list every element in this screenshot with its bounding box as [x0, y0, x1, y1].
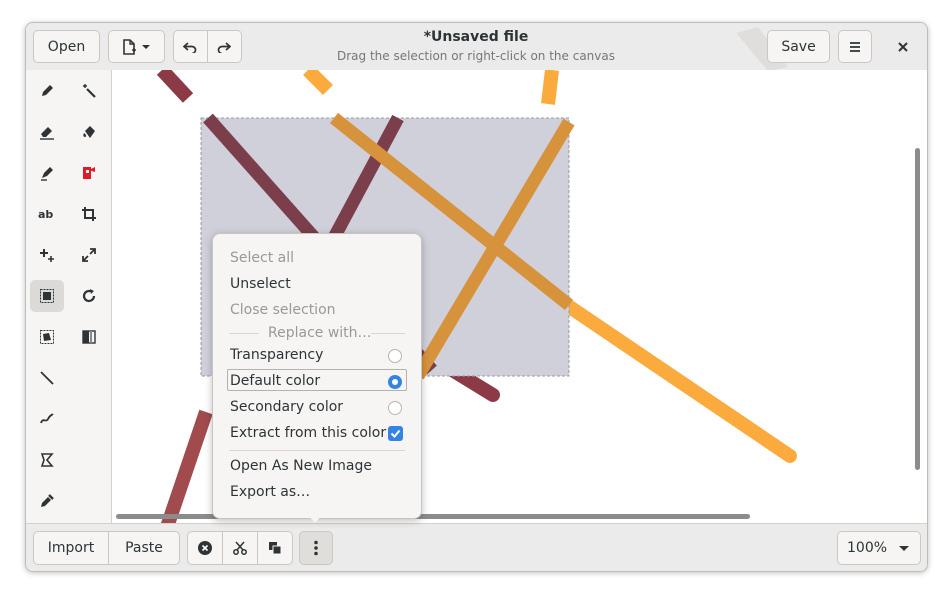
- rect-selection-icon: [40, 289, 54, 303]
- extract-color-checkbox[interactable]: [388, 426, 403, 441]
- tool-crop[interactable]: [72, 198, 106, 230]
- cut-button[interactable]: [223, 532, 258, 564]
- header-bar: Open *Unsaved file Drag the selection or…: [26, 23, 927, 71]
- paste-button[interactable]: Paste: [109, 532, 179, 564]
- replace-with-heading: Replace with…: [268, 325, 372, 341]
- tool-color-picker[interactable]: [30, 485, 64, 517]
- tool-eraser[interactable]: [30, 116, 64, 148]
- zoom-level: 100%: [847, 540, 888, 556]
- paint-bucket-icon: [83, 126, 95, 138]
- sparkle-icon: [40, 249, 54, 262]
- window-subtitle: Drag the selection or right-click on the…: [337, 49, 615, 63]
- close-window-button[interactable]: [886, 30, 919, 63]
- zoom-menu-button[interactable]: 100%: [837, 531, 921, 565]
- menu-default-color[interactable]: Default color: [230, 373, 320, 389]
- tools-panel: ab: [26, 70, 112, 523]
- tool-pencil[interactable]: [30, 75, 64, 107]
- selection-options-button[interactable]: [299, 531, 333, 565]
- hamburger-icon: [850, 41, 860, 52]
- separator-right: [371, 333, 405, 334]
- tool-curve[interactable]: [30, 403, 64, 435]
- new-document-icon: [122, 38, 150, 55]
- free-selection-icon: [40, 330, 54, 344]
- menu-transparency[interactable]: Transparency: [230, 347, 323, 363]
- vertical-scrollbar[interactable]: [915, 148, 920, 470]
- copy-button[interactable]: [258, 532, 292, 564]
- selection-actions-group: [187, 531, 293, 565]
- magic-wand-icon: [83, 84, 96, 98]
- pencil-icon: [42, 85, 53, 96]
- eyedropper-icon: [41, 494, 54, 507]
- save-button[interactable]: Save: [767, 30, 830, 63]
- main-menu-button[interactable]: [838, 30, 872, 63]
- tool-text[interactable]: ab: [30, 198, 64, 230]
- tool-rotate[interactable]: [72, 280, 106, 312]
- rotate-icon: [82, 289, 96, 303]
- tool-line[interactable]: [30, 362, 64, 394]
- curve-icon: [40, 413, 54, 424]
- tool-skew[interactable]: [30, 444, 64, 476]
- scissors-icon: [233, 541, 247, 555]
- tool-rectangle-selection[interactable]: [30, 280, 64, 312]
- window-title: *Unsaved file: [423, 29, 529, 45]
- selection-context-menu: Select all Unselect Close selection Repl…: [212, 233, 422, 519]
- import-button[interactable]: Import: [34, 532, 109, 564]
- tool-scale[interactable]: [72, 239, 106, 271]
- menu-extract-color[interactable]: Extract from this color: [230, 425, 386, 441]
- menu-close-selection[interactable]: Close selection: [230, 302, 336, 318]
- eraser-icon: [40, 127, 54, 140]
- open-button[interactable]: Open: [33, 30, 100, 63]
- undo-icon: [183, 41, 197, 53]
- transparency-radio[interactable]: [388, 349, 402, 363]
- menu-select-all[interactable]: Select all: [230, 250, 294, 266]
- close-icon: [897, 41, 908, 52]
- menu-export-as[interactable]: Export as…: [230, 484, 310, 500]
- menu-open-as-new-image[interactable]: Open As New Image: [230, 458, 372, 474]
- tool-fill[interactable]: [72, 116, 106, 148]
- shape-tool-icon: [83, 167, 95, 179]
- expand-arrows-icon: [82, 248, 96, 262]
- horizontal-scrollbar[interactable]: [116, 514, 750, 519]
- delete-circle-icon: [198, 541, 212, 555]
- default-color-radio[interactable]: [388, 375, 402, 389]
- crop-icon: [82, 207, 96, 221]
- new-image-menu-button[interactable]: [108, 30, 165, 63]
- popover-arrow: [306, 513, 324, 523]
- menu-secondary-color[interactable]: Secondary color: [230, 399, 343, 415]
- delete-selection-button[interactable]: [188, 532, 223, 564]
- separator-left: [229, 333, 259, 334]
- line-icon: [40, 371, 54, 385]
- undo-button[interactable]: [174, 31, 208, 62]
- tool-free-selection[interactable]: [30, 321, 64, 353]
- tool-filters[interactable]: [30, 239, 64, 271]
- bottom-bar: Import Paste 100%: [26, 523, 927, 571]
- secondary-color-radio[interactable]: [388, 401, 402, 415]
- app-window: Open *Unsaved file Drag the selection or…: [25, 22, 928, 572]
- chevron-down-icon: [899, 546, 909, 551]
- vertical-ellipsis-icon: [314, 540, 318, 556]
- redo-button[interactable]: [208, 31, 242, 62]
- highlighter-icon: [41, 167, 53, 181]
- gradient-icon: [82, 330, 96, 344]
- tool-highlighter[interactable]: [30, 157, 64, 189]
- menu-separator: [229, 450, 405, 451]
- redo-icon: [217, 41, 232, 53]
- tool-magic-wand[interactable]: [72, 75, 106, 107]
- copy-icon: [269, 542, 282, 555]
- menu-unselect[interactable]: Unselect: [230, 276, 291, 292]
- import-paste-group: Import Paste: [33, 531, 180, 565]
- skew-icon: [40, 453, 54, 467]
- text-tool-icon: ab: [38, 208, 53, 221]
- tool-shape[interactable]: [72, 157, 106, 189]
- tool-colors[interactable]: [72, 321, 106, 353]
- undo-redo-group: [173, 30, 242, 63]
- svg-text:ab: ab: [38, 208, 53, 221]
- checkmark-icon: [390, 429, 401, 438]
